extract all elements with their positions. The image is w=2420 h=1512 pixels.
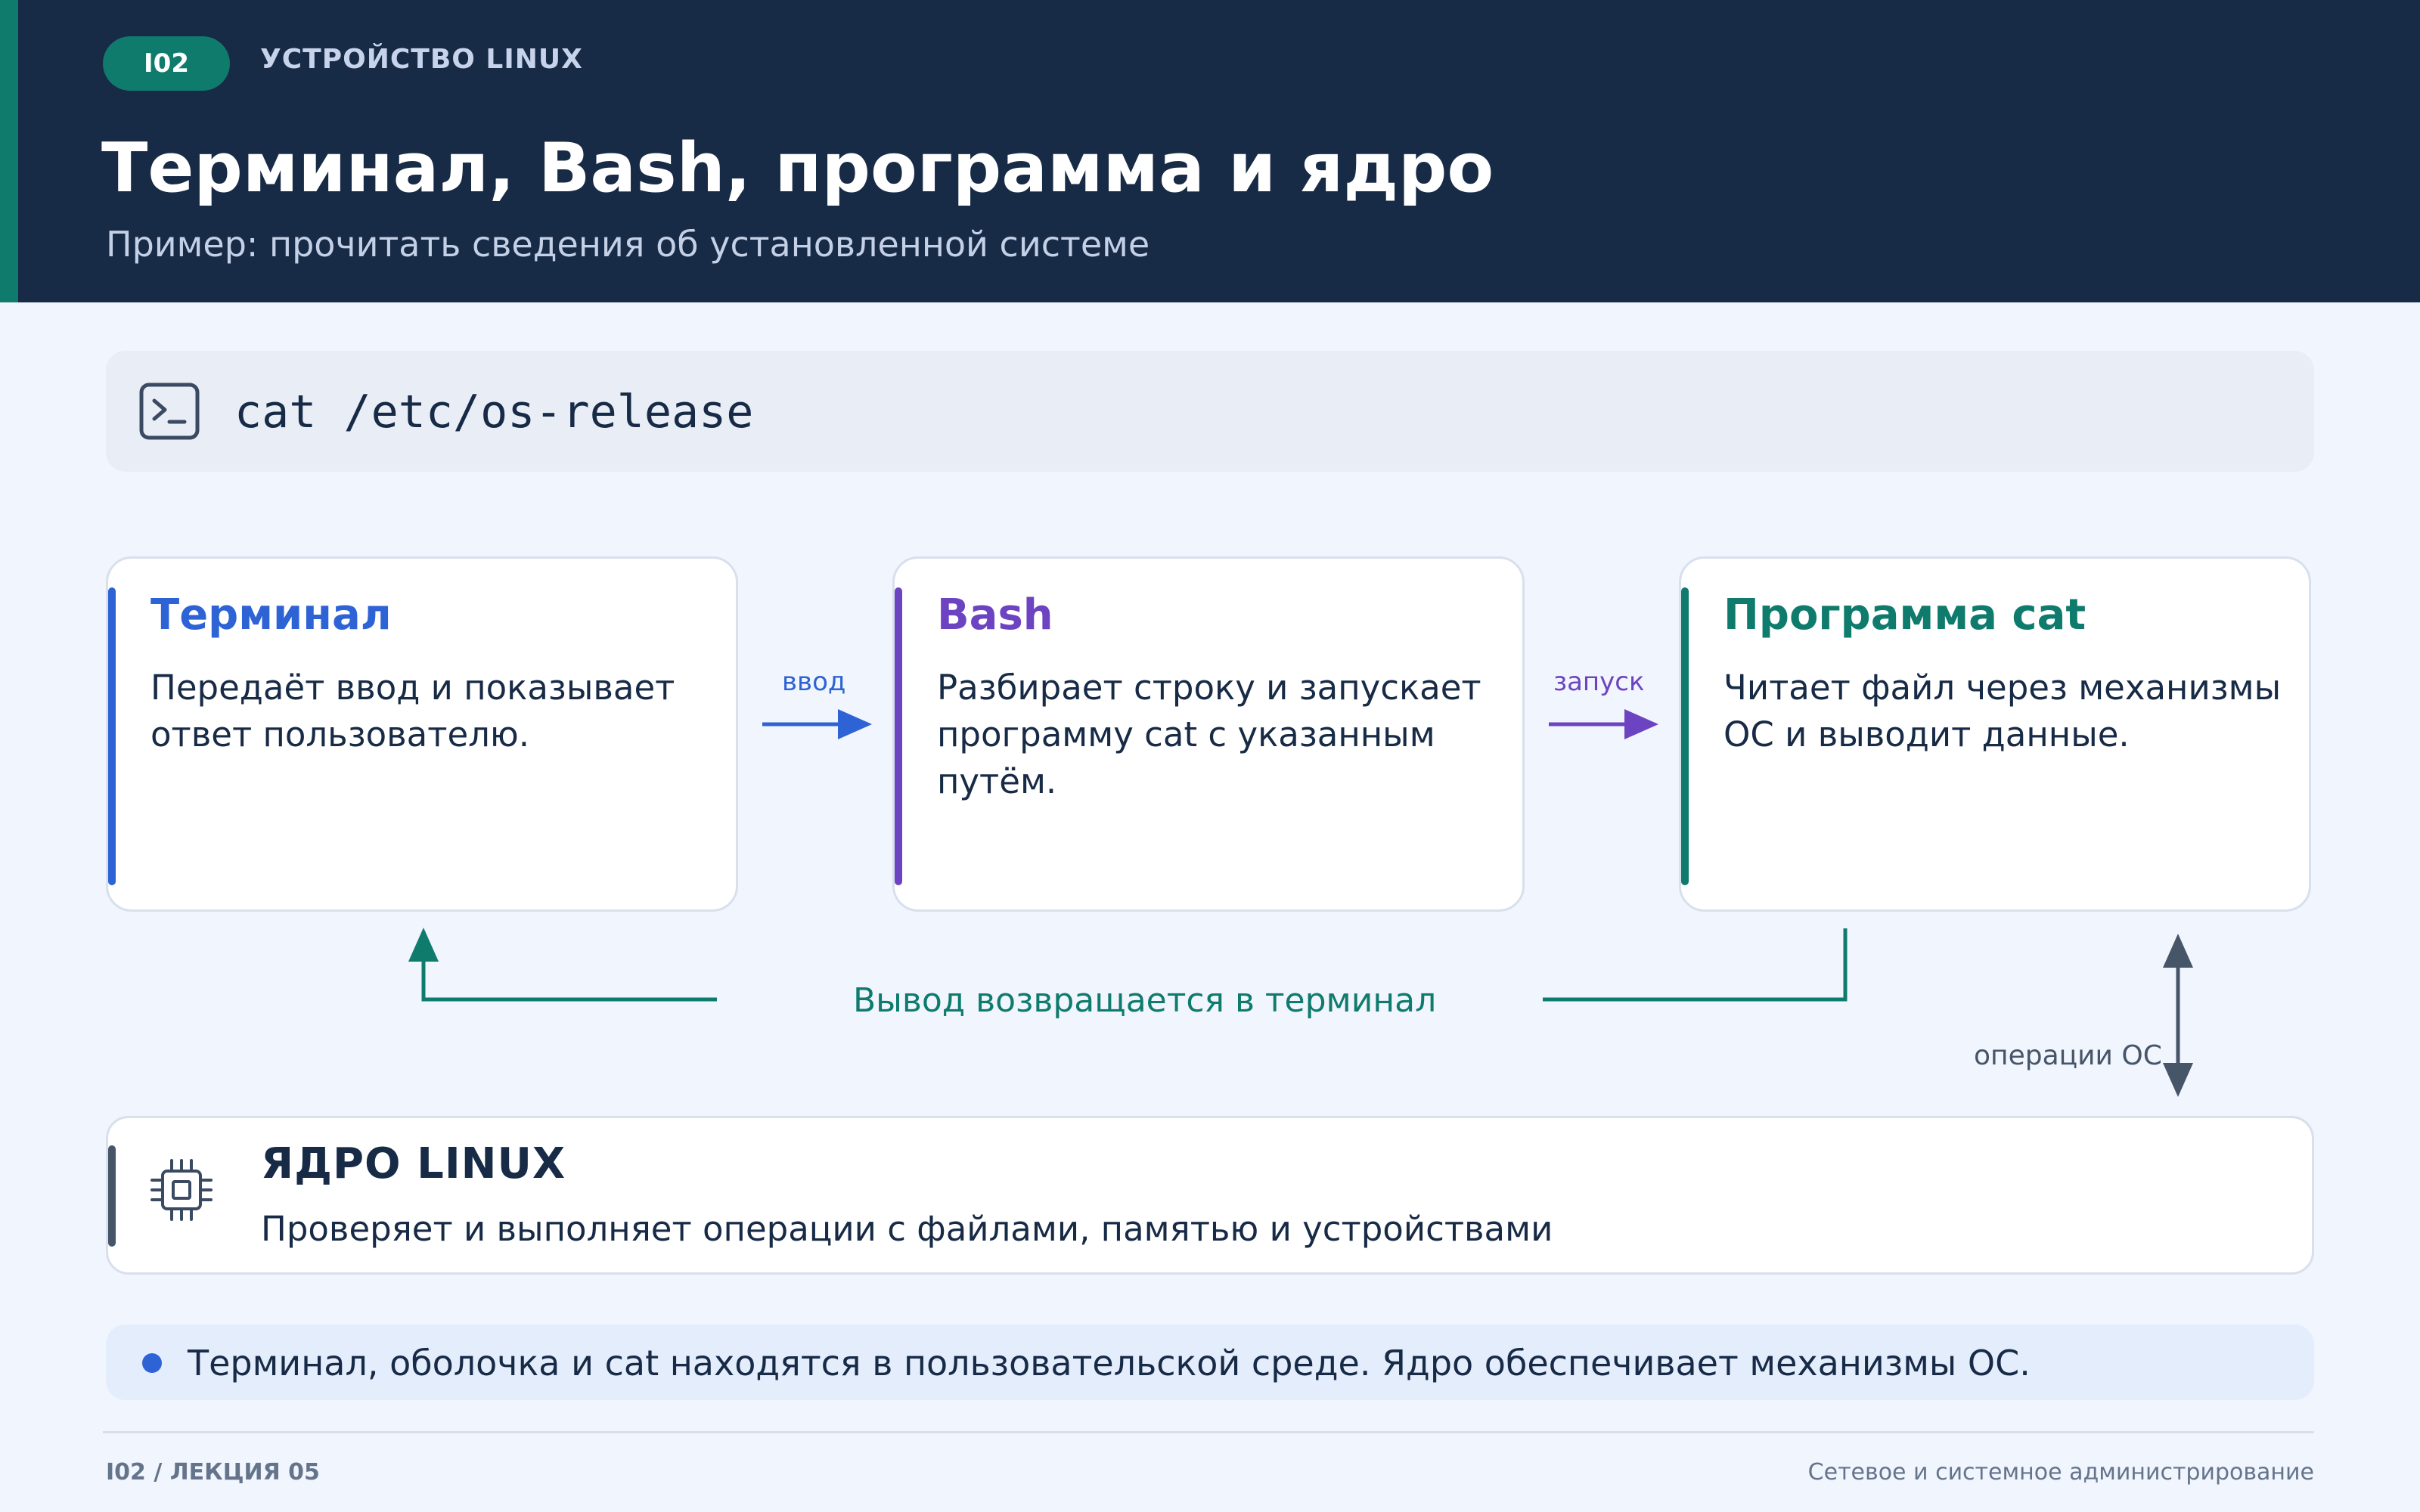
bullet-dot-icon — [142, 1353, 162, 1373]
os-operations-label: операции ОС — [1974, 1040, 2162, 1071]
footer-course-label: Сетевое и системное администрирование — [1807, 1459, 2314, 1486]
return-line-right — [1543, 928, 1848, 1002]
return-label: Вывод возвращается в терминал — [853, 981, 1437, 1020]
kernel-accent-bar — [108, 1145, 116, 1247]
note-box: Терминал, оболочка и cat находятся в пол… — [106, 1325, 2314, 1400]
connectors-layer — [408, 709, 2193, 1097]
return-arrow-left — [408, 928, 717, 1002]
footer-divider — [103, 1431, 2314, 1433]
kernel-title: ЯДРО LINUX — [261, 1139, 566, 1188]
input-label: ввод — [782, 667, 846, 697]
note-text: Терминал, оболочка и cat находятся в пол… — [188, 1343, 2031, 1383]
launch-label: запуск — [1553, 667, 1645, 697]
kernel-description: Проверяет и выполняет операции с файлами… — [261, 1209, 1553, 1249]
cpu-chip-icon — [150, 1159, 213, 1221]
kernel-box: ЯДРО LINUX Проверяет и выполняет операци… — [106, 1116, 2314, 1275]
footer-lecture-label: I02 / ЛЕКЦИЯ 05 — [106, 1459, 320, 1486]
